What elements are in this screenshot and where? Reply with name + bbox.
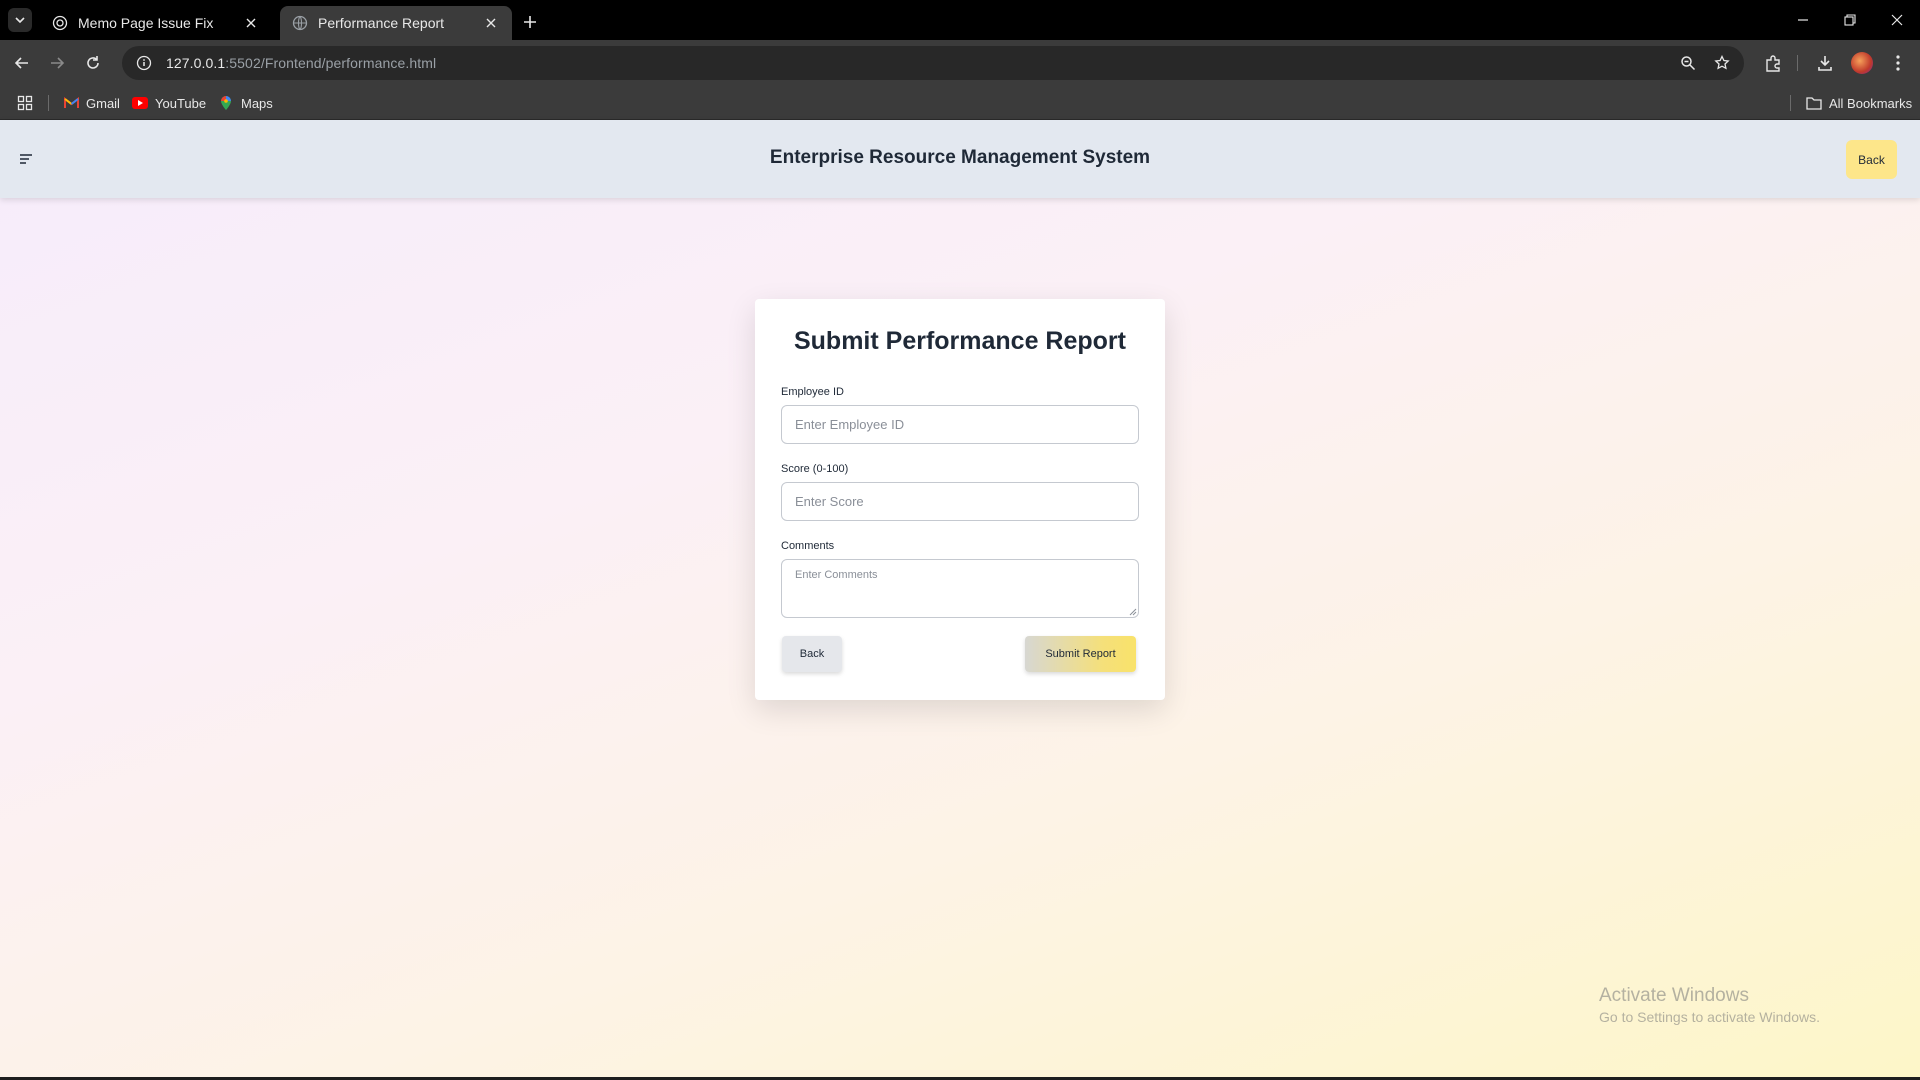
submit-report-button[interactable]: Submit Report [1025, 636, 1136, 672]
close-tab-icon[interactable] [482, 14, 500, 32]
url-text: 127.0.0.1:5502/Frontend/performance.html [166, 55, 436, 71]
employee-id-label: Employee ID [781, 386, 844, 398]
url-host: 127.0.0.1 [166, 55, 226, 71]
plus-icon [524, 16, 536, 28]
activate-windows-watermark: Activate Windows Go to Settings to activ… [1599, 985, 1820, 1025]
tab-performance-report[interactable]: Performance Report [280, 6, 512, 40]
browser-tab-bar: Memo Page Issue Fix Performance Report [0, 0, 1920, 40]
comments-textarea[interactable] [781, 559, 1139, 618]
bookmark-youtube[interactable]: YouTube [132, 92, 206, 114]
tab-title: Performance Report [318, 15, 445, 31]
bookmark-label: Maps [241, 95, 273, 111]
maps-icon [218, 95, 234, 111]
bookmarks-divider [1790, 95, 1791, 111]
site-info-icon[interactable] [134, 53, 154, 73]
all-bookmarks-button[interactable]: All Bookmarks [1806, 92, 1912, 114]
reload-button[interactable] [79, 49, 107, 77]
toolbar-divider [1797, 55, 1798, 71]
browser-toolbar: 127.0.0.1:5502/Frontend/performance.html [0, 40, 1920, 86]
performance-form-card: Submit Performance Report Employee ID Sc… [755, 299, 1165, 700]
forward-nav-button[interactable] [43, 49, 71, 77]
bookmark-maps[interactable]: Maps [218, 92, 273, 114]
minimize-icon [1798, 19, 1808, 21]
all-bookmarks-label: All Bookmarks [1829, 95, 1913, 111]
address-bar[interactable]: 127.0.0.1:5502/Frontend/performance.html [122, 46, 1744, 80]
bookmark-label: YouTube [155, 95, 207, 111]
back-nav-button[interactable] [8, 49, 36, 77]
more-menu-icon[interactable] [1886, 51, 1910, 75]
youtube-icon [132, 95, 148, 111]
bookmarks-divider [48, 95, 49, 111]
back-button[interactable]: Back [782, 636, 842, 672]
arrow-left-icon [14, 57, 28, 69]
score-label: Score (0-100) [781, 463, 849, 475]
download-icon[interactable] [1813, 51, 1837, 75]
resize-handle-icon[interactable] [1129, 608, 1137, 616]
reload-icon [87, 56, 99, 69]
globe-icon [52, 15, 68, 31]
tab-memo-page[interactable]: Memo Page Issue Fix [40, 6, 272, 40]
arrow-right-icon [51, 57, 65, 69]
extensions-icon[interactable] [1761, 51, 1785, 75]
score-input[interactable] [781, 482, 1139, 521]
header-back-button[interactable]: Back [1846, 140, 1897, 179]
restore-icon [1844, 14, 1856, 26]
url-path: :5502/Frontend/performance.html [225, 55, 437, 71]
watermark-subtitle: Go to Settings to activate Windows. [1599, 1009, 1820, 1025]
app-header: Enterprise Resource Management System Ba… [0, 120, 1920, 198]
folder-icon [1806, 95, 1822, 111]
page-viewport: Enterprise Resource Management System Ba… [0, 120, 1920, 1077]
profile-avatar[interactable] [1851, 52, 1873, 74]
star-icon[interactable] [1712, 53, 1732, 73]
minimize-window-button[interactable] [1780, 0, 1826, 40]
comments-label: Comments [781, 540, 835, 552]
close-window-button[interactable] [1874, 0, 1920, 40]
apps-button[interactable] [17, 92, 40, 114]
close-icon [1891, 14, 1903, 26]
bookmark-label: Gmail [86, 95, 120, 111]
new-tab-button[interactable] [518, 10, 542, 34]
watermark-title: Activate Windows [1599, 985, 1749, 1006]
restore-window-button[interactable] [1827, 0, 1873, 40]
tab-search-button[interactable] [8, 8, 32, 32]
bookmarks-bar: Gmail YouTube Maps All Bookmarks [0, 86, 1920, 120]
zoom-icon[interactable] [1678, 53, 1698, 73]
app-title: Enterprise Resource Management System [769, 147, 1151, 168]
chevron-down-icon [15, 17, 25, 24]
gmail-icon [63, 95, 79, 111]
globe-icon [292, 15, 308, 31]
employee-id-input[interactable] [781, 405, 1139, 444]
tab-title: Memo Page Issue Fix [78, 15, 214, 31]
close-tab-icon[interactable] [242, 14, 260, 32]
form-title: Submit Performance Report [793, 327, 1126, 355]
bookmark-gmail[interactable]: Gmail [63, 92, 120, 114]
apps-grid-icon [17, 95, 33, 111]
